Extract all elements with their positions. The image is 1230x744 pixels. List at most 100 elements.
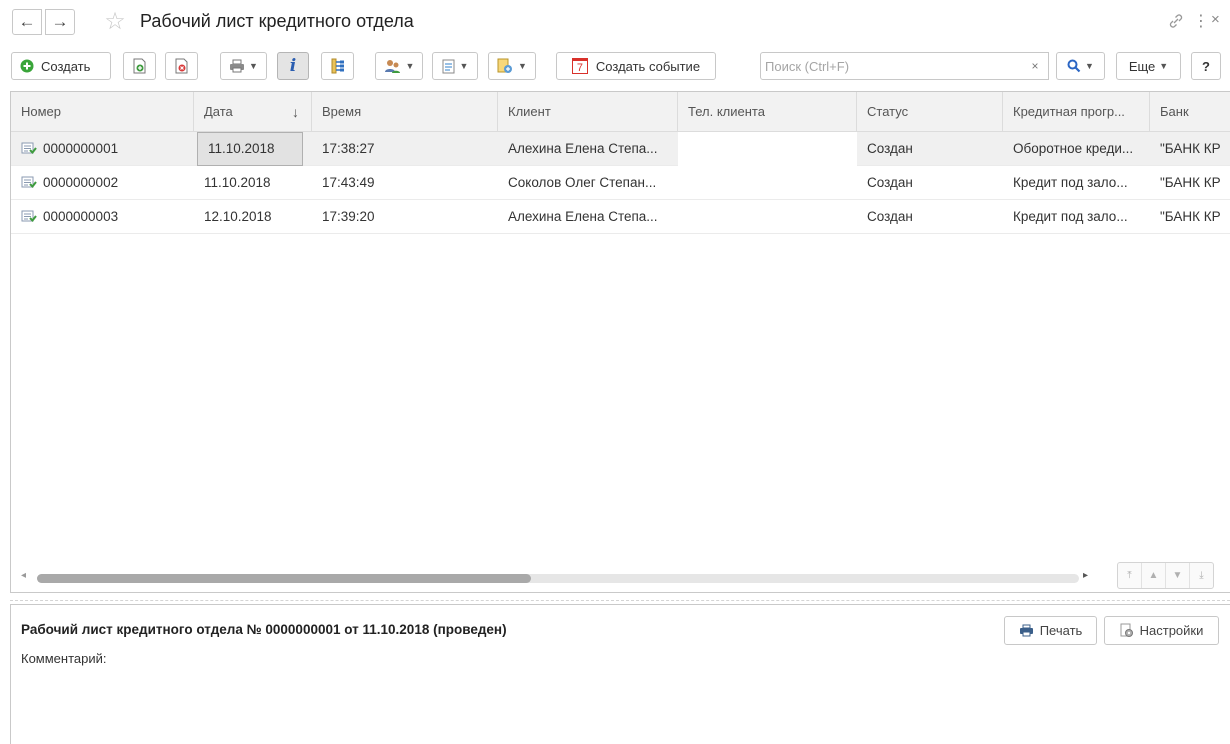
- go-up-button[interactable]: ▲: [1142, 563, 1166, 588]
- hierarchy-icon: [331, 58, 344, 74]
- cell-phone: [678, 166, 857, 200]
- create-button-label: Создать: [41, 58, 91, 74]
- search-clear-button[interactable]: ×: [1022, 53, 1048, 79]
- scroll-left-icon[interactable]: ◂: [21, 570, 26, 581]
- arrow-left-icon: ←: [18, 12, 36, 31]
- cell-phone: [678, 132, 857, 166]
- column-header-phone[interactable]: Тел. клиента: [678, 92, 857, 132]
- print-menu-button[interactable]: ▼: [220, 52, 267, 80]
- go-to-first-button[interactable]: ⤒: [1118, 563, 1142, 588]
- printer-icon: [1019, 624, 1033, 637]
- document-posted-icon: [21, 142, 37, 154]
- structure-button[interactable]: [321, 52, 354, 80]
- cell-number: 0000000001: [11, 132, 194, 166]
- settings-button-label: Настройки: [1139, 623, 1204, 638]
- document-posted-icon: [21, 210, 37, 222]
- scroll-right-icon[interactable]: ▸: [1083, 570, 1088, 581]
- close-button[interactable]: ×: [1211, 11, 1220, 28]
- horizontal-scrollbar[interactable]: [37, 574, 1079, 583]
- link-icon: [1169, 14, 1183, 28]
- chevron-down-icon: ▼: [518, 61, 527, 71]
- users-icon: [384, 59, 400, 73]
- cell-time: 17:39:20: [322, 209, 375, 224]
- column-header-label: Номер: [21, 104, 62, 119]
- more-actions-button[interactable]: ⋮: [1193, 11, 1209, 31]
- reports-menu-button[interactable]: ▼: [432, 52, 478, 80]
- column-header-label: Банк: [1160, 104, 1189, 119]
- cell-date: 12.10.2018: [204, 209, 272, 224]
- panel-splitter[interactable]: [10, 600, 1230, 601]
- document-links-icon: [497, 58, 513, 73]
- info-toggle-button[interactable]: i: [277, 52, 309, 80]
- column-header-label: Тел. клиента: [688, 104, 765, 119]
- list-navigation: ⤒ ▲ ▼ ⤓: [1117, 562, 1214, 589]
- forward-button[interactable]: →: [45, 9, 75, 35]
- mark-delete-button[interactable]: [165, 52, 198, 80]
- printer-icon: [230, 59, 245, 73]
- cell-time: 17:43:49: [322, 175, 375, 190]
- document-delete-icon: [175, 58, 187, 74]
- create-event-label: Создать событие: [595, 58, 701, 74]
- cell-client: Алехина Елена Степа...: [508, 209, 658, 224]
- settings-button[interactable]: Настройки: [1104, 616, 1219, 645]
- close-icon: ×: [1211, 11, 1220, 28]
- link-button[interactable]: [1167, 12, 1185, 35]
- users-menu-button[interactable]: ▼: [375, 52, 423, 80]
- add-copy-button[interactable]: [123, 52, 156, 80]
- cell-program: Кредит под зало...: [1013, 209, 1128, 224]
- cell-time: 17:38:27: [322, 141, 375, 156]
- scrollbar-thumb[interactable]: [37, 574, 531, 583]
- more-button[interactable]: Еще ▼: [1116, 52, 1181, 80]
- search-icon: [1067, 59, 1081, 73]
- cell-program: Кредит под зало...: [1013, 175, 1128, 190]
- cell-status: Создан: [867, 141, 913, 156]
- search-options-button[interactable]: ▼: [1056, 52, 1105, 80]
- star-icon: ☆: [104, 7, 126, 35]
- column-header-client[interactable]: Клиент: [498, 92, 678, 132]
- column-header-label: Дата: [204, 104, 233, 119]
- linked-documents-button[interactable]: ▼: [488, 52, 536, 80]
- column-header-status[interactable]: Статус: [857, 92, 1003, 132]
- create-event-button[interactable]: 7 Создать событие: [556, 52, 716, 80]
- column-header-time[interactable]: Время: [312, 92, 498, 132]
- calendar-icon: 7: [571, 58, 588, 74]
- column-header-label: Клиент: [508, 104, 551, 119]
- column-header-program[interactable]: Кредитная прогр...: [1003, 92, 1150, 132]
- help-label: ?: [1202, 58, 1210, 74]
- cell-date[interactable]: 11.10.2018: [197, 132, 303, 166]
- documents-table: Номер Дата ↓ Время Клиент Тел. клиента С…: [10, 91, 1230, 593]
- detail-panel: Рабочий лист кредитного отдела № 0000000…: [10, 604, 1230, 744]
- title-bar: ← → ☆ Рабочий лист кредитного отдела ⋮ ×: [0, 0, 1230, 44]
- kebab-icon: ⋮: [1193, 13, 1209, 30]
- document-add-icon: [133, 58, 145, 74]
- favorite-button[interactable]: ☆: [103, 7, 127, 35]
- chevron-down-icon: ▼: [459, 61, 469, 71]
- print-button-label: Печать: [1039, 623, 1083, 638]
- cell-date: 11.10.2018: [204, 175, 271, 190]
- help-button[interactable]: ?: [1191, 52, 1221, 80]
- table-row[interactable]: 0000000002 11.10.2018 17:43:49 Соколов О…: [11, 166, 1230, 200]
- column-header-label: Время: [322, 104, 362, 119]
- back-button[interactable]: ←: [12, 9, 42, 35]
- search-input[interactable]: [761, 53, 1023, 79]
- column-header-number[interactable]: Номер: [11, 92, 194, 132]
- cell-text: 0000000001: [43, 141, 119, 156]
- search-box: ×: [760, 52, 1049, 80]
- cell-bank: "БАНК КР: [1160, 175, 1221, 190]
- print-button[interactable]: Печать: [1004, 616, 1097, 645]
- table-header: Номер Дата ↓ Время Клиент Тел. клиента С…: [11, 92, 1230, 132]
- create-button[interactable]: Создать: [11, 52, 111, 80]
- close-icon: ×: [1031, 59, 1039, 73]
- cell-client: Алехина Елена Степа...: [508, 141, 658, 156]
- chevron-down-icon: ▼: [1159, 61, 1169, 71]
- settings-icon: [1120, 623, 1133, 637]
- column-header-bank[interactable]: Банк: [1150, 92, 1230, 132]
- table-row[interactable]: 0000000001 11.10.2018 17:38:27 Алехина Е…: [11, 132, 1230, 166]
- go-down-button[interactable]: ▼: [1166, 563, 1190, 588]
- go-to-last-button[interactable]: ⤓: [1190, 563, 1213, 588]
- table-row[interactable]: 0000000003 12.10.2018 17:39:20 Алехина Е…: [11, 200, 1230, 234]
- column-header-date[interactable]: Дата ↓: [194, 92, 312, 132]
- cell-status: Создан: [867, 209, 913, 224]
- sort-descending-icon: ↓: [292, 104, 299, 120]
- chevron-down-icon: ▼: [249, 61, 258, 71]
